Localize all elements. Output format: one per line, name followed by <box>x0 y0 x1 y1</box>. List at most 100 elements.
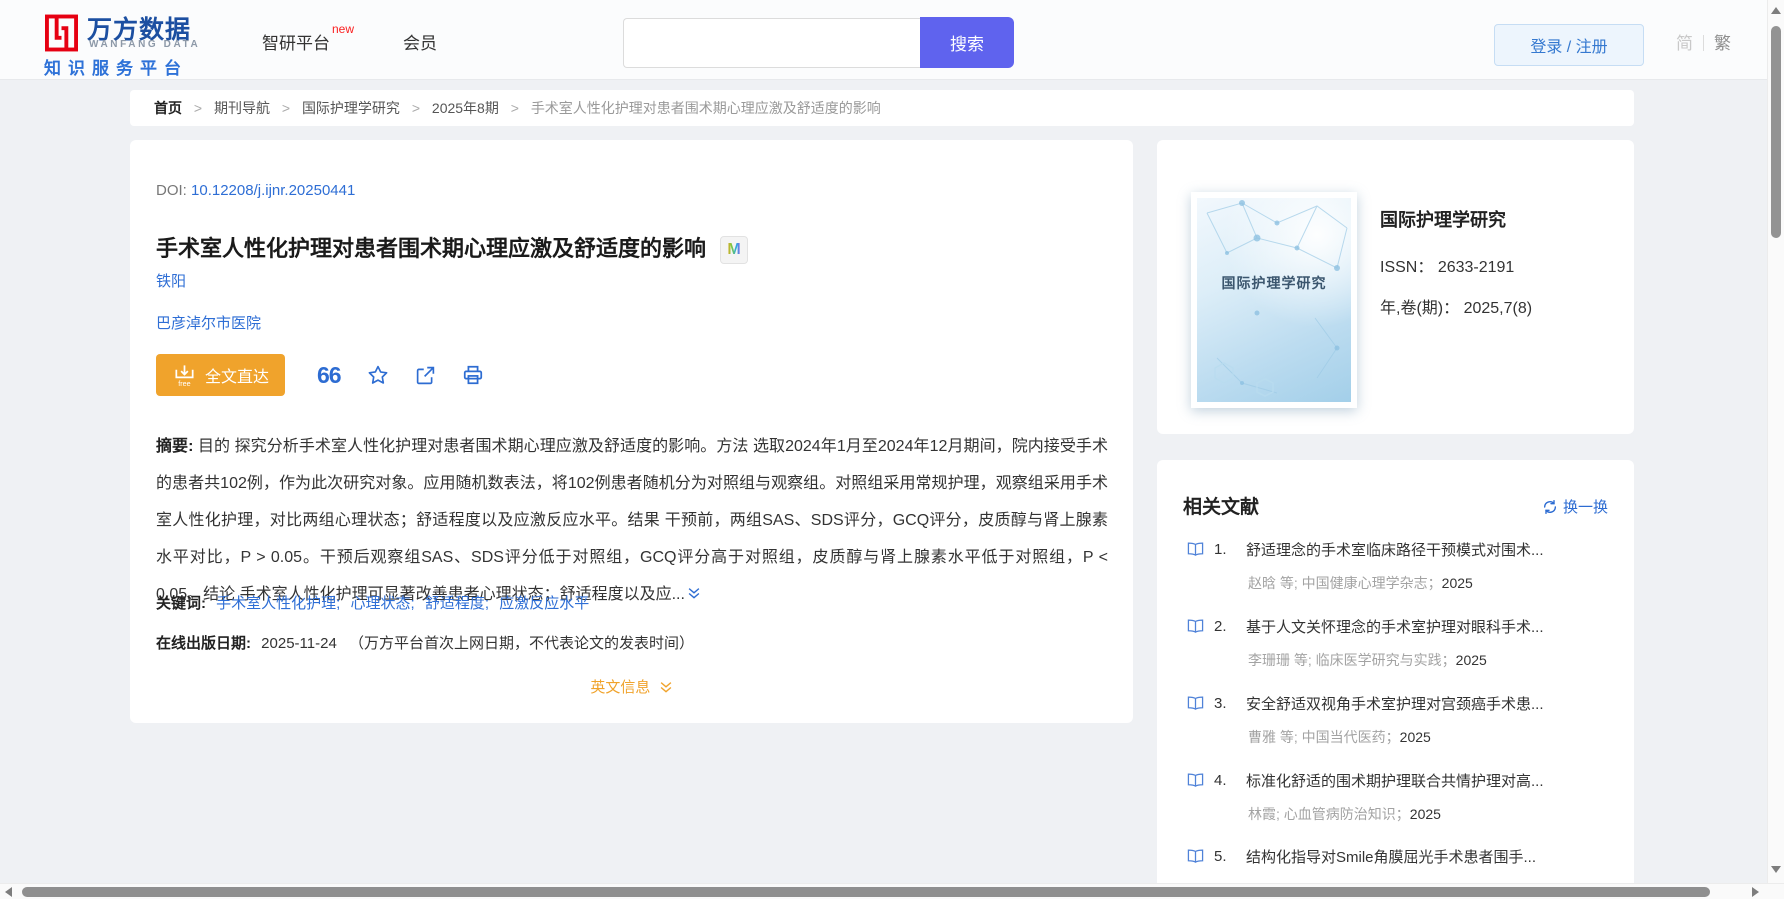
journal-volume-line: 年,卷(期)： 2025,7(8) <box>1380 294 1532 318</box>
expand-abstract-icon[interactable] <box>687 587 701 604</box>
related-item-title[interactable]: 标准化舒适的围术期护理联合共情护理对高... <box>1246 770 1544 791</box>
keyword-link[interactable]: 舒适程度; <box>425 595 489 612</box>
nav-item-zhiyan[interactable]: 智研平台new <box>262 22 354 54</box>
related-item: 4. 标准化舒适的围术期护理联合共情护理对高... 林霞; 心血管病防治知识；2… <box>1187 770 1607 824</box>
related-item-year: 2025 <box>1455 652 1487 668</box>
print-icon[interactable] <box>462 364 484 386</box>
doi-link[interactable]: 10.12208/j.ijnr.20250441 <box>191 182 355 199</box>
related-item-source: 赵晗 等; 中国健康心理学杂志； <box>1248 575 1442 591</box>
breadcrumb-home[interactable]: 首页 <box>154 100 182 116</box>
pubdate-label: 在线出版日期: <box>156 635 251 652</box>
nav-zhiyan-label: 智研平台 <box>262 34 330 53</box>
english-info-label: 英文信息 <box>590 679 651 696</box>
breadcrumb-separator: > <box>281 100 291 116</box>
keyword-link[interactable]: 心理状态; <box>351 595 415 612</box>
volume-label: 年,卷(期)： <box>1380 300 1460 317</box>
scroll-down-arrow[interactable] <box>1771 866 1781 873</box>
pubdate-note: （万方平台首次上网日期，不代表论文的发表时间） <box>348 635 694 652</box>
horizontal-scroll-thumb[interactable] <box>22 887 1710 897</box>
lang-simplified[interactable]: 简 <box>1676 34 1693 53</box>
page-title: 手术室人性化护理对患者围术期心理应激及舒适度的影响 M <box>156 231 749 264</box>
pubdate-value: 2025-11-24 <box>261 635 337 652</box>
article-actions: free 全文直达 66 <box>156 354 484 396</box>
language-switch: 简繁 <box>1676 29 1731 54</box>
breadcrumb-journal-nav[interactable]: 期刊导航 <box>214 100 270 116</box>
article-title-text: 手术室人性化护理对患者围术期心理应激及舒适度的影响 <box>156 235 707 261</box>
abstract: 摘要: 目的 探究分析手术室人性化护理对患者围术期心理应激及舒适度的影响。方法 … <box>156 428 1108 614</box>
breadcrumb-journal[interactable]: 国际护理学研究 <box>302 100 400 116</box>
doi-label: DOI: <box>156 182 187 199</box>
related-item: 1. 舒适理念的手术室临床路径干预模式对围术... 赵晗 等; 中国健康心理学杂… <box>1187 539 1607 593</box>
related-item-meta: 曹雅 等; 中国当代医药；2025 <box>1187 727 1607 747</box>
author-link[interactable]: 铁阳 <box>156 273 186 290</box>
keywords-label: 关键词: <box>156 595 206 612</box>
journal-card: 国际护理学研究 国际护理学研究 ISSN： 2633-2191 年,卷(期)： … <box>1157 140 1634 434</box>
cite-icon[interactable]: 66 <box>317 364 342 387</box>
related-item-title[interactable]: 安全舒适双视角手术室护理对宫颈癌手术患... <box>1246 693 1544 714</box>
book-icon <box>1187 773 1204 787</box>
site-header: 万方数据 WANFANG DATA 知识服务平台 智研平台new 会员 搜索 登… <box>0 0 1784 80</box>
keywords-line: 关键词: 手术室人性化护理; 心理状态; 舒适程度; 应激反应水平 <box>156 592 595 613</box>
nav-member-label: 会员 <box>403 34 437 53</box>
fulltext-button[interactable]: free 全文直达 <box>156 354 286 396</box>
scroll-right-arrow[interactable] <box>1752 887 1759 897</box>
related-item-source: 林霞; 心血管病防治知识； <box>1248 806 1410 822</box>
book-icon <box>1187 696 1204 710</box>
related-item: 2. 基于人文关怀理念的手术室护理对眼科手术... 李珊珊 等; 临床医学研究与… <box>1187 616 1607 670</box>
favorite-star-icon[interactable] <box>367 364 389 386</box>
wanfang-logo-icon[interactable] <box>45 12 78 59</box>
breadcrumb-issue[interactable]: 2025年8期 <box>432 100 499 116</box>
affiliation-link[interactable]: 巴彦淖尔市医院 <box>156 315 261 332</box>
fulltext-label: 全文直达 <box>205 369 270 386</box>
lang-traditional[interactable]: 繁 <box>1714 34 1731 53</box>
related-title: 相关文献 <box>1183 497 1260 518</box>
related-item-year: 2025 <box>1441 575 1473 591</box>
breadcrumb-separator: > <box>411 100 421 116</box>
related-item-number: 5. <box>1214 848 1227 865</box>
search-button[interactable]: 搜索 <box>920 17 1014 68</box>
export-share-icon[interactable] <box>415 365 436 386</box>
scroll-left-arrow[interactable] <box>5 887 12 897</box>
login-register-button[interactable]: 登录 / 注册 <box>1494 24 1644 66</box>
issn-value: 2633-2191 <box>1437 259 1515 276</box>
breadcrumb: 首页 > 期刊导航 > 国际护理学研究 > 2025年8期 > 手术室人性化护理… <box>130 90 1634 126</box>
nav-item-member[interactable]: 会员 <box>403 29 437 54</box>
book-icon <box>1187 619 1204 633</box>
breadcrumb-separator: > <box>193 100 203 116</box>
journal-name-link[interactable]: 国际护理学研究 <box>1380 206 1506 232</box>
related-item-meta: 赵晗 等; 中国健康心理学杂志；2025 <box>1187 573 1607 593</box>
keyword-link[interactable]: 手术室人性化护理; <box>216 595 340 612</box>
search-input[interactable] <box>623 18 920 68</box>
metrics-badge[interactable]: M <box>720 235 749 264</box>
refresh-related-button[interactable]: 换一换 <box>1542 496 1608 517</box>
breadcrumb-current: 手术室人性化护理对患者围术期心理应激及舒适度的影响 <box>530 100 881 116</box>
journal-issn-line: ISSN： 2633-2191 <box>1380 253 1514 277</box>
refresh-label: 换一换 <box>1562 499 1608 516</box>
horizontal-scrollbar[interactable] <box>0 883 1784 899</box>
vertical-scroll-thumb[interactable] <box>1771 26 1781 238</box>
author-line: 铁阳 <box>156 270 186 291</box>
related-item-meta: 林霞; 心血管病防治知识；2025 <box>1187 804 1607 824</box>
keyword-link[interactable]: 应激反应水平 <box>499 595 589 612</box>
related-item-title[interactable]: 舒适理念的手术室临床路径干预模式对围术... <box>1246 539 1544 560</box>
download-free-icon: free <box>175 364 194 388</box>
affiliation-line: 巴彦淖尔市医院 <box>156 312 261 333</box>
related-item-title[interactable]: 基于人文关怀理念的手术室护理对眼科手术... <box>1246 616 1544 637</box>
related-documents-card: 相关文献 换一换 1. 舒适理念的手术室临床路径干预模式对围术... 赵晗 等;… <box>1157 460 1634 899</box>
related-item-number: 3. <box>1214 695 1227 712</box>
book-icon <box>1187 849 1204 863</box>
journal-cover-image: 国际护理学研究 <box>1197 198 1351 402</box>
book-icon <box>1187 542 1204 556</box>
article-card: DOI: 10.12208/j.ijnr.20250441 手术室人性化护理对患… <box>130 140 1133 723</box>
new-badge: new <box>332 22 355 37</box>
related-item-source: 曹雅 等; 中国当代医药； <box>1248 729 1400 745</box>
english-info-toggle[interactable]: 英文信息 <box>130 676 1133 697</box>
related-item-title[interactable]: 结构化指导对Smile角膜屈光手术患者围手... <box>1246 846 1536 867</box>
volume-value: 2025,7(8) <box>1463 300 1533 317</box>
scroll-up-arrow[interactable] <box>1771 7 1781 14</box>
brand-tagline: 知识服务平台 <box>44 59 188 78</box>
related-item: 5. 结构化指导对Smile角膜屈光手术患者围手... <box>1187 846 1607 867</box>
vertical-scrollbar[interactable] <box>1767 0 1784 883</box>
journal-cover[interactable]: 国际护理学研究 <box>1191 192 1357 408</box>
doi-line: DOI: 10.12208/j.ijnr.20250441 <box>156 182 355 199</box>
